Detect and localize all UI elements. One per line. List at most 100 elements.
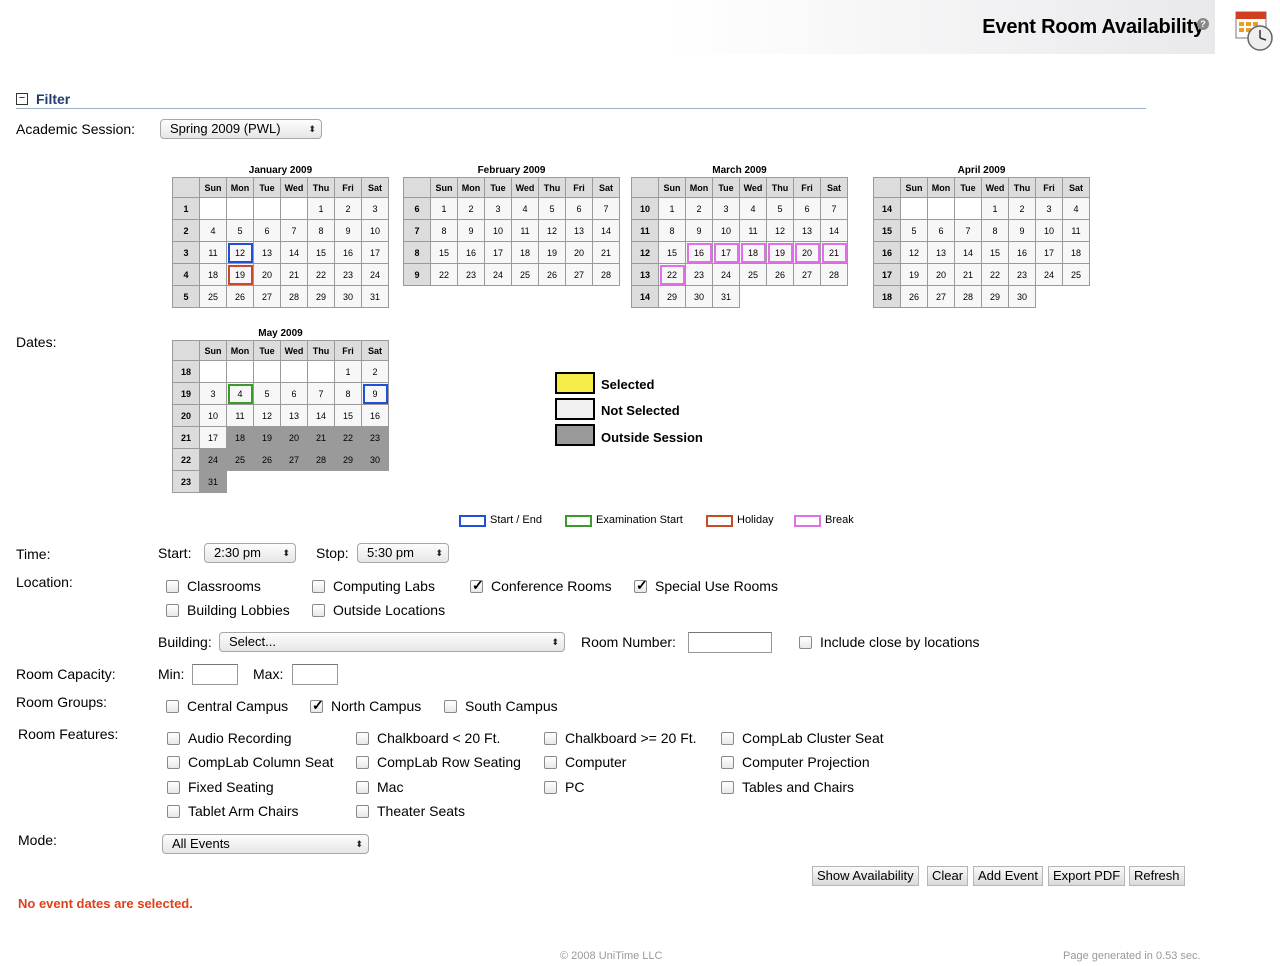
day-cell[interactable]: 3 xyxy=(712,197,740,220)
day-cell[interactable]: 13 xyxy=(793,219,821,242)
refresh-button[interactable]: Refresh xyxy=(1129,866,1185,886)
checkbox[interactable] xyxy=(544,781,557,794)
checkbox[interactable] xyxy=(444,700,457,713)
day-cell[interactable]: 16 xyxy=(361,404,389,427)
feature-option[interactable]: Tables and Chairs xyxy=(721,779,854,795)
day-cell[interactable]: 17 xyxy=(361,241,389,264)
day-cell[interactable]: 26 xyxy=(900,285,928,308)
week-number[interactable]: 3 xyxy=(172,241,200,264)
day-cell[interactable]: 12 xyxy=(538,219,566,242)
day-cell[interactable]: 28 xyxy=(280,285,308,308)
day-cell[interactable]: 14 xyxy=(592,219,620,242)
checkbox[interactable] xyxy=(167,756,180,769)
show-availability-button[interactable]: Show Availability xyxy=(812,866,919,886)
location-option-classrooms[interactable]: Classrooms xyxy=(166,578,261,594)
checkbox[interactable] xyxy=(166,580,179,593)
day-cell[interactable]: 18 xyxy=(226,426,254,449)
week-number[interactable]: 2 xyxy=(172,219,200,242)
day-cell[interactable]: 18 xyxy=(199,263,227,286)
day-cell[interactable]: 14 xyxy=(820,219,848,242)
checkbox[interactable] xyxy=(167,805,180,818)
checkbox[interactable] xyxy=(312,580,325,593)
day-cell[interactable]: 21 xyxy=(592,241,620,264)
day-cell[interactable]: 7 xyxy=(592,197,620,220)
group-option-south[interactable]: South Campus xyxy=(444,698,558,714)
feature-option[interactable]: Theater Seats xyxy=(356,803,465,819)
day-cell[interactable]: 24 xyxy=(712,263,740,286)
day-cell[interactable]: 5 xyxy=(226,219,254,242)
week-number[interactable]: 20 xyxy=(172,404,200,427)
day-cell[interactable]: 11 xyxy=(511,219,539,242)
day-cell[interactable]: 22 xyxy=(658,263,686,286)
mode-select[interactable]: All Events ⬍ xyxy=(162,834,369,854)
location-option-computing-labs[interactable]: Computing Labs xyxy=(312,578,435,594)
day-cell[interactable]: 20 xyxy=(253,263,281,286)
day-cell[interactable]: 19 xyxy=(226,263,254,286)
location-option-conference-rooms[interactable]: Conference Rooms xyxy=(470,577,612,594)
week-number[interactable]: 18 xyxy=(172,360,200,383)
day-cell[interactable]: 25 xyxy=(199,285,227,308)
day-cell[interactable]: 7 xyxy=(307,382,335,405)
day-cell[interactable]: 4 xyxy=(199,219,227,242)
day-cell[interactable]: 12 xyxy=(766,219,794,242)
checkbox[interactable] xyxy=(356,732,369,745)
day-cell[interactable]: 27 xyxy=(927,285,955,308)
day-cell[interactable]: 22 xyxy=(334,426,362,449)
day-cell[interactable]: 10 xyxy=(1035,219,1063,242)
day-cell[interactable]: 20 xyxy=(565,241,593,264)
max-capacity-input[interactable] xyxy=(292,664,338,685)
week-number[interactable]: 16 xyxy=(873,241,901,264)
day-cell[interactable]: 4 xyxy=(739,197,767,220)
week-number[interactable]: 1 xyxy=(172,197,200,220)
checkbox[interactable] xyxy=(544,756,557,769)
week-number[interactable]: 11 xyxy=(631,219,659,242)
day-cell[interactable]: 13 xyxy=(280,404,308,427)
day-cell[interactable]: 9 xyxy=(457,219,485,242)
day-cell[interactable]: 26 xyxy=(766,263,794,286)
week-number[interactable]: 10 xyxy=(631,197,659,220)
checkbox[interactable] xyxy=(167,732,180,745)
day-cell[interactable]: 17 xyxy=(712,241,740,264)
week-number[interactable]: 17 xyxy=(873,263,901,286)
day-cell[interactable]: 19 xyxy=(900,263,928,286)
day-cell[interactable]: 19 xyxy=(538,241,566,264)
day-cell[interactable]: 11 xyxy=(226,404,254,427)
day-cell[interactable]: 19 xyxy=(766,241,794,264)
checkbox[interactable] xyxy=(544,732,557,745)
day-cell[interactable]: 24 xyxy=(484,263,512,286)
day-cell[interactable]: 21 xyxy=(280,263,308,286)
week-number[interactable]: 6 xyxy=(403,197,431,220)
day-cell[interactable]: 6 xyxy=(253,219,281,242)
checkbox-checked[interactable] xyxy=(470,577,484,594)
day-cell[interactable]: 25 xyxy=(1062,263,1090,286)
day-cell[interactable]: 30 xyxy=(361,448,389,471)
clear-button[interactable]: Clear xyxy=(927,866,969,886)
day-cell[interactable]: 16 xyxy=(334,241,362,264)
day-cell[interactable]: 23 xyxy=(1008,263,1036,286)
feature-option[interactable]: Audio Recording xyxy=(167,730,292,746)
day-cell[interactable]: 11 xyxy=(1062,219,1090,242)
day-cell[interactable]: 6 xyxy=(565,197,593,220)
feature-option[interactable]: Mac xyxy=(356,779,403,795)
day-cell[interactable]: 7 xyxy=(954,219,982,242)
day-cell[interactable]: 23 xyxy=(457,263,485,286)
day-cell[interactable]: 10 xyxy=(484,219,512,242)
day-cell[interactable]: 31 xyxy=(712,285,740,308)
feature-option[interactable]: Fixed Seating xyxy=(167,779,274,795)
day-cell[interactable]: 15 xyxy=(430,241,458,264)
day-cell[interactable]: 13 xyxy=(565,219,593,242)
day-cell[interactable]: 2 xyxy=(457,197,485,220)
day-cell[interactable]: 3 xyxy=(484,197,512,220)
day-cell[interactable]: 12 xyxy=(900,241,928,264)
day-cell[interactable]: 8 xyxy=(307,219,335,242)
day-cell[interactable]: 18 xyxy=(1062,241,1090,264)
day-cell[interactable]: 9 xyxy=(1008,219,1036,242)
checkbox[interactable] xyxy=(166,700,179,713)
day-cell[interactable]: 27 xyxy=(793,263,821,286)
day-cell[interactable]: 17 xyxy=(484,241,512,264)
day-cell[interactable]: 11 xyxy=(199,241,227,264)
day-cell[interactable]: 8 xyxy=(334,382,362,405)
day-cell[interactable]: 7 xyxy=(820,197,848,220)
checkbox-checked[interactable] xyxy=(310,697,324,714)
day-cell[interactable]: 23 xyxy=(685,263,713,286)
